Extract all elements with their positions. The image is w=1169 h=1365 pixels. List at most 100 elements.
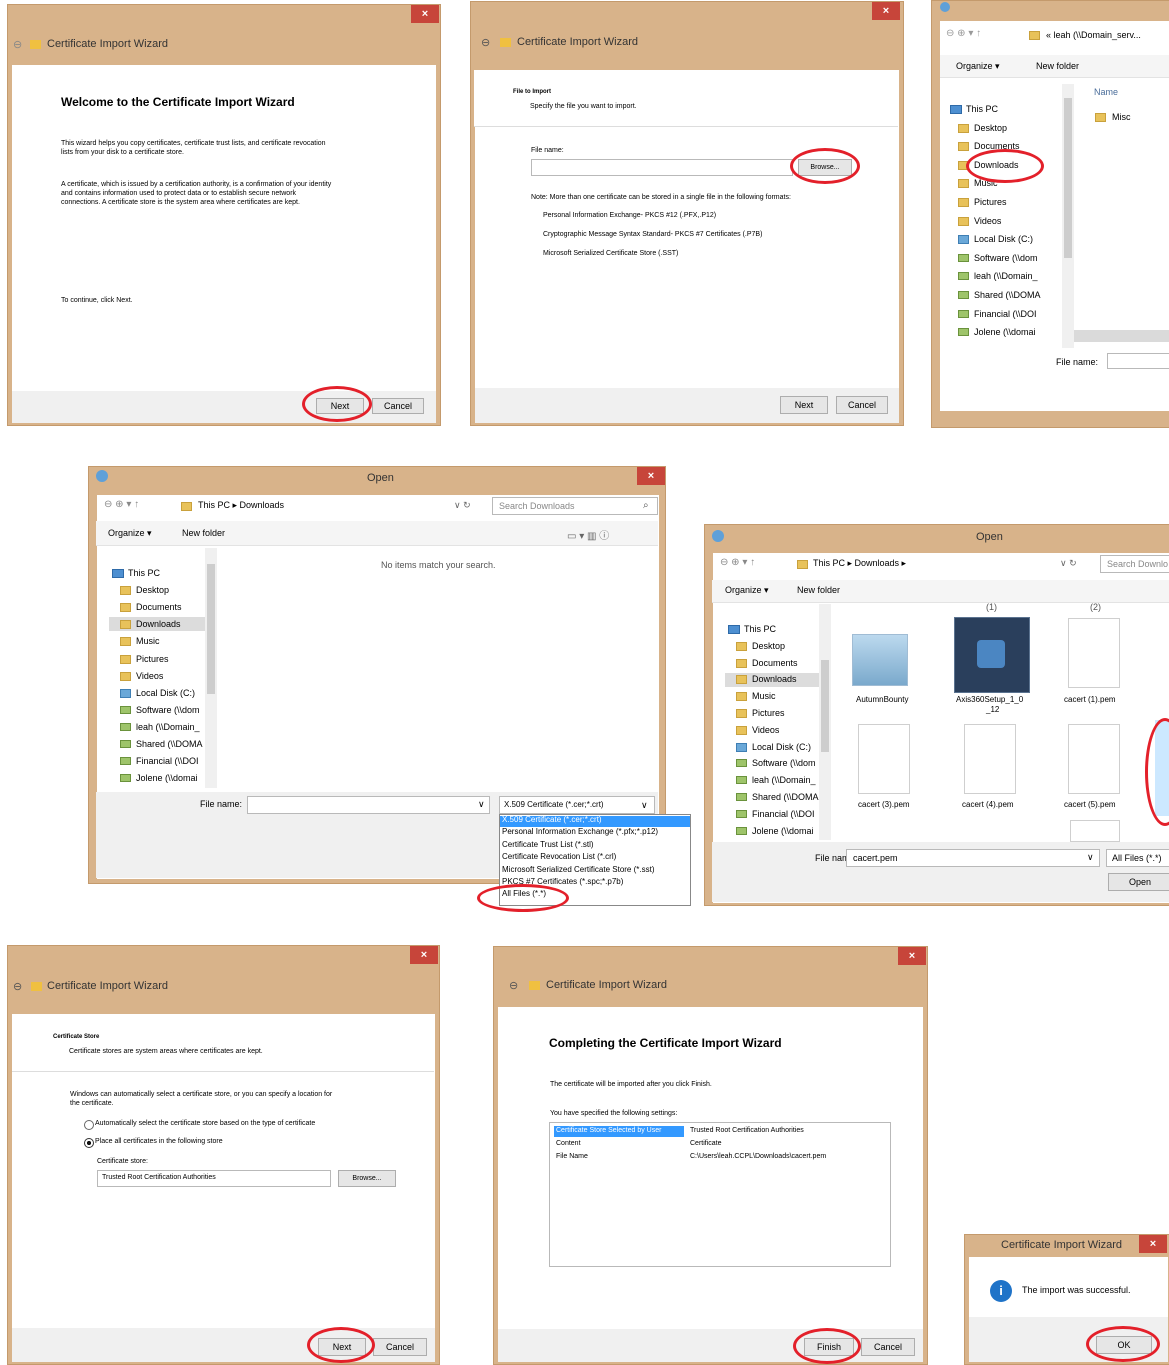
file-item-label[interactable]: cacert (4).pem (962, 800, 1014, 809)
radio-place-selected[interactable] (84, 1138, 94, 1148)
refresh-icon[interactable]: ∨ ↻ (454, 500, 471, 511)
cancel-button[interactable]: Cancel (373, 1338, 427, 1356)
organize-button[interactable]: Organize ▾ (956, 61, 1000, 72)
tree-item[interactable]: Jolene (\\domai (136, 773, 198, 783)
new-folder-button[interactable]: New folder (182, 528, 225, 538)
tree-item[interactable]: Financial (\\DOI (136, 756, 199, 766)
tree-item[interactable]: Documents (752, 658, 798, 668)
file-item-label[interactable]: cacert (1).pem (1064, 695, 1116, 704)
tree-item[interactable]: Pictures (752, 708, 785, 718)
tree-scrollbar[interactable] (205, 548, 217, 788)
tree-item[interactable]: Desktop (136, 585, 169, 595)
breadcrumb[interactable]: This PC ▸ Downloads (198, 500, 284, 511)
dropdown-option[interactable]: Microsoft Serialized Certificate Store (… (502, 865, 655, 874)
tree-item[interactable]: This PC (966, 104, 998, 114)
dropdown-option[interactable]: Certificate Revocation List (*.crl) (502, 852, 616, 861)
file-name-input[interactable] (531, 159, 793, 176)
store-input[interactable]: Trusted Root Certification Authorities (97, 1170, 331, 1187)
scroll-thumb[interactable] (821, 660, 829, 752)
tree-item[interactable]: Shared (\\DOMA (752, 792, 819, 802)
back-arrow-icon[interactable]: ⊖ (13, 38, 22, 51)
tree-item[interactable]: This PC (744, 624, 776, 634)
tree-item[interactable]: Pictures (974, 197, 1007, 207)
tree-item[interactable]: Jolene (\\domai (974, 327, 1036, 337)
next-button[interactable]: Next (780, 396, 828, 414)
new-folder-button[interactable]: New folder (797, 585, 840, 595)
h-scrollbar[interactable] (1074, 330, 1169, 342)
file-item-label[interactable]: AutumnBounty (856, 695, 908, 704)
file-item-label[interactable]: cacert (3).pem (858, 800, 910, 809)
close-button[interactable]: × (637, 467, 665, 485)
tree-item[interactable]: leah (\\Domain_ (974, 271, 1038, 281)
refresh-icon[interactable]: ∨ ↻ (1060, 558, 1077, 569)
close-button[interactable]: × (410, 946, 438, 964)
tree-item[interactable]: Pictures (136, 654, 169, 664)
tree-item[interactable]: leah (\\Domain_ (752, 775, 816, 785)
cancel-button[interactable]: Cancel (836, 396, 888, 414)
nav-arrows-icon[interactable]: ⊖ ⊕ ▾ ↑ (104, 499, 139, 510)
radio-place-label[interactable]: Place all certificates in the following … (95, 1138, 223, 1145)
tree-item[interactable]: Shared (\\DOMA (974, 290, 1041, 300)
tree-item[interactable]: Local Disk (C:) (136, 688, 195, 698)
tree-item[interactable]: Financial (\\DOI (974, 309, 1037, 319)
tree-item[interactable]: Shared (\\DOMA (136, 739, 203, 749)
chevron-down-icon[interactable]: ∨ (641, 800, 648, 811)
new-folder-button[interactable]: New folder (1036, 61, 1079, 71)
file-name-input[interactable]: ∨ (247, 796, 490, 814)
search-input[interactable]: Search Downloads ⌕ (492, 497, 658, 515)
close-button[interactable]: × (1139, 1235, 1167, 1253)
back-arrow-icon[interactable]: ⊖ (481, 36, 490, 49)
radio-auto-label[interactable]: Automatically select the certificate sto… (95, 1120, 315, 1127)
tree-item[interactable]: Jolene (\\domai (752, 826, 814, 836)
tree-item[interactable]: Documents (136, 602, 182, 612)
tree-scrollbar[interactable] (1062, 84, 1074, 348)
dropdown-option[interactable]: Personal Information Exchange (*.pfx;*.p… (502, 827, 658, 836)
search-input[interactable]: Search Downlo (1100, 555, 1169, 573)
tree-item[interactable]: Videos (136, 671, 163, 681)
tree-item[interactable]: Music (136, 636, 160, 646)
dropdown-option[interactable]: X.509 Certificate (*.cer;*.crt) (502, 815, 602, 824)
tree-item[interactable]: Videos (974, 216, 1001, 226)
scroll-thumb[interactable] (207, 564, 215, 694)
open-button[interactable]: Open (1108, 873, 1169, 891)
tree-item[interactable]: leah (\\Domain_ (136, 722, 200, 732)
tree-item[interactable]: Videos (752, 725, 779, 735)
tree-item[interactable]: Desktop (974, 123, 1007, 133)
chevron-down-icon[interactable]: ∨ (478, 799, 485, 810)
close-button[interactable]: × (898, 947, 926, 965)
tree-item[interactable]: Software (\\dom (752, 758, 816, 768)
nav-arrows-icon[interactable]: ⊖ ⊕ ▾ ↑ (946, 28, 981, 39)
dropdown-option[interactable]: Certificate Trust List (*.stl) (502, 840, 594, 849)
tree-item[interactable]: Financial (\\DOI (752, 809, 815, 819)
tree-scrollbar[interactable] (819, 604, 831, 840)
nav-arrows-icon[interactable]: ⊖ ⊕ ▾ ↑ (720, 557, 755, 568)
scroll-thumb[interactable] (1064, 98, 1072, 258)
cancel-button[interactable]: Cancel (372, 398, 424, 414)
file-name-input[interactable] (1107, 353, 1169, 369)
list-item[interactable]: Misc (1112, 112, 1131, 122)
chevron-down-icon[interactable]: ∨ (1087, 852, 1094, 863)
tree-item[interactable]: Downloads (136, 619, 181, 629)
breadcrumb[interactable]: This PC ▸ Downloads ▸ (813, 558, 906, 569)
file-item-label[interactable]: Axis360Setup_1_0 (956, 695, 1023, 704)
tree-item[interactable]: Local Disk (C:) (752, 742, 811, 752)
tree-item[interactable]: Music (752, 691, 776, 701)
column-header-name[interactable]: Name (1094, 87, 1118, 97)
tree-item[interactable]: Software (\\dom (136, 705, 200, 715)
browse-button[interactable]: Browse... (338, 1170, 396, 1187)
address-path[interactable]: « leah (\\Domain_serv... (1046, 30, 1141, 40)
back-arrow-icon[interactable]: ⊖ (509, 979, 518, 992)
view-options-icon[interactable]: ▭ ▾ ▥ ⓘ (567, 527, 609, 542)
tree-item[interactable]: Downloads (752, 674, 797, 684)
tree-item[interactable]: Local Disk (C:) (974, 234, 1033, 244)
cancel-button[interactable]: Cancel (861, 1338, 915, 1356)
back-arrow-icon[interactable]: ⊖ (13, 980, 22, 993)
file-item-label[interactable]: cacert (5).pem (1064, 800, 1116, 809)
file-name-input[interactable]: cacert.pem ∨ (846, 849, 1100, 867)
file-type-select[interactable]: All Files (*.*) (1106, 849, 1169, 867)
organize-button[interactable]: Organize ▾ (725, 585, 769, 596)
close-button[interactable]: × (872, 2, 900, 20)
tree-item[interactable]: This PC (128, 568, 160, 578)
file-type-select[interactable]: X.509 Certificate (*.cer;*.crt) ∨ (499, 796, 655, 814)
tree-item[interactable]: Desktop (752, 641, 785, 651)
